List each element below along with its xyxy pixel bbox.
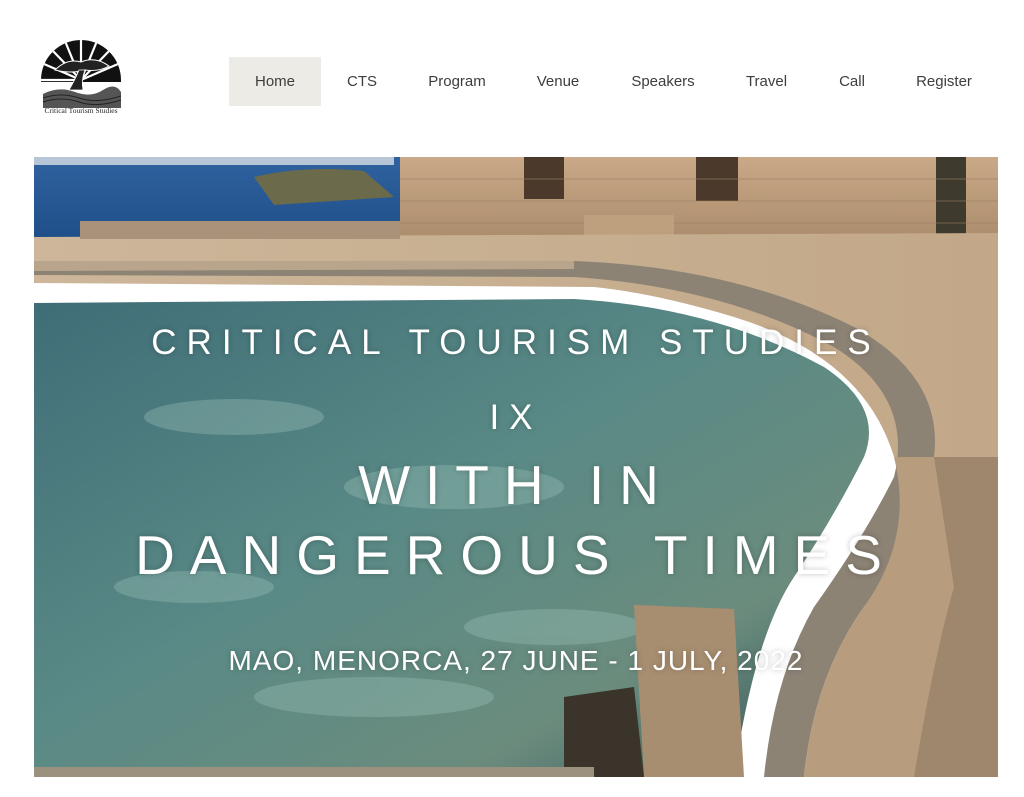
hero-location-dates: MAO, MENORCA, 27 JUNE - 1 JULY, 2022 bbox=[228, 645, 804, 676]
hero-title: CRITICAL TOURISM STUDIES bbox=[151, 323, 881, 362]
nav-item-speakers[interactable]: Speakers bbox=[620, 57, 706, 106]
logo-caption: Critical Tourism Studies bbox=[44, 106, 118, 115]
nav-item-call[interactable]: Call bbox=[827, 57, 877, 106]
nav-item-venue[interactable]: Venue bbox=[525, 57, 591, 106]
hero-theme-line2: DANGEROUS TIMES bbox=[135, 524, 897, 586]
nav-item-travel[interactable]: Travel bbox=[734, 57, 799, 106]
nav-item-program[interactable]: Program bbox=[417, 57, 497, 106]
hero-edition: IX bbox=[489, 398, 543, 437]
sunburst-tree-logo-icon bbox=[41, 40, 121, 108]
nav-item-cts[interactable]: CTS bbox=[331, 57, 393, 106]
hero-banner: CRITICAL TOURISM STUDIES IX WITH IN DANG… bbox=[34, 157, 998, 777]
hero-theme-line1: WITH IN bbox=[358, 454, 674, 516]
site-logo[interactable]: Critical Tourism Studies bbox=[36, 26, 126, 118]
nav-item-home[interactable]: Home bbox=[229, 57, 321, 106]
nav-item-register[interactable]: Register bbox=[905, 57, 983, 106]
